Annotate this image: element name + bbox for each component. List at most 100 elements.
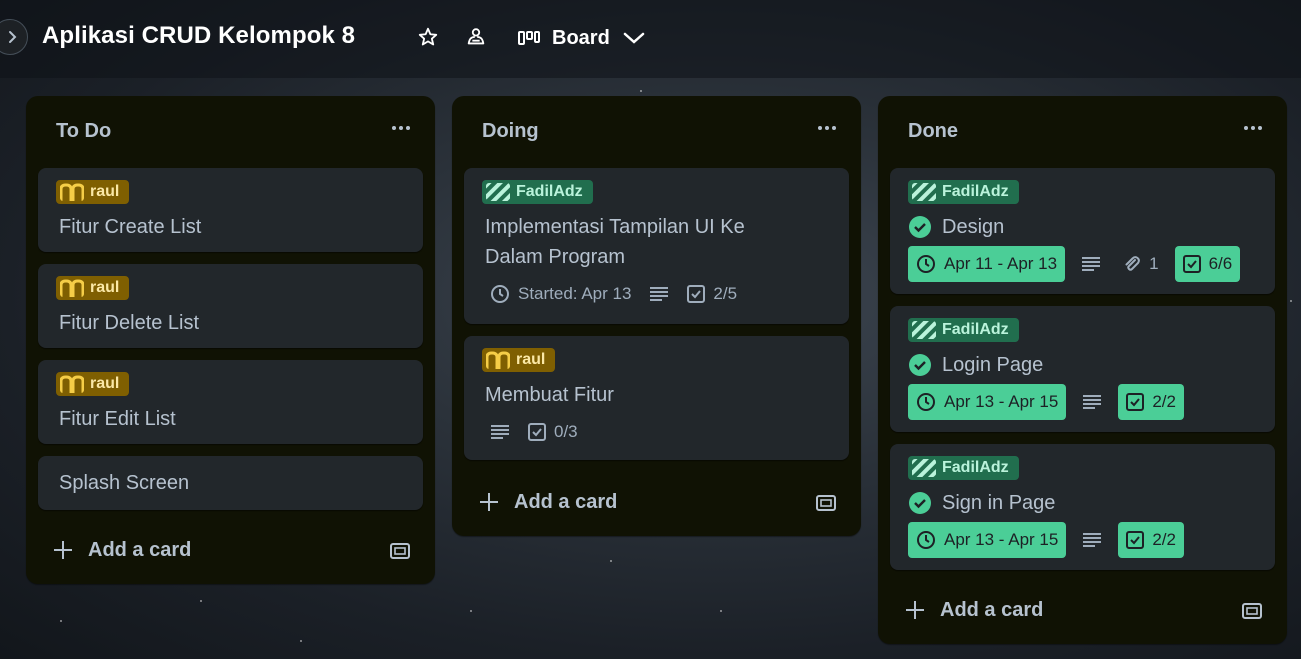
team-visibility-icon (467, 28, 485, 45)
checklist-badge: 2/5 (681, 276, 743, 312)
label-text: FadilAdz (942, 321, 1009, 338)
card-design[interactable]: FadilAdz Design Apr 11 - Apr 13 1 6/6 (890, 168, 1275, 294)
card-template-icon[interactable] (1241, 600, 1263, 622)
list-header: Doing (452, 96, 861, 166)
card-label-raul[interactable]: raul (56, 372, 130, 396)
list-title[interactable]: Doing (482, 120, 539, 143)
list-to-do: To Do raul Fitur Create List raul Fitur … (26, 96, 435, 584)
add-card-label: Add a card (514, 490, 618, 513)
list-menu-button[interactable] (813, 116, 841, 140)
more-icon (818, 126, 836, 130)
visibility-button[interactable] (464, 25, 488, 49)
attachment-badge: 1 (1117, 246, 1164, 282)
label-text: FadilAdz (516, 183, 583, 200)
card-label-raul[interactable]: raul (482, 348, 556, 372)
list-header: Done (878, 96, 1287, 166)
card-membuat-fitur[interactable]: raul Membuat Fitur 0/3 (464, 336, 849, 460)
list-header: To Do (26, 96, 435, 166)
card-fitur-delete-list[interactable]: raul Fitur Delete List (38, 264, 423, 348)
add-card-label: Add a card (940, 598, 1044, 621)
label-pattern-icon (912, 183, 936, 201)
label-text: raul (90, 183, 120, 200)
checklist-badge: 6/6 (1174, 246, 1241, 282)
card-template-icon[interactable] (815, 492, 837, 514)
view-switcher[interactable]: Board (518, 24, 646, 52)
due-date-badge[interactable]: Apr 13 - Apr 15 (908, 384, 1067, 420)
due-date-text: Apr 11 - Apr 13 (944, 254, 1058, 273)
description-icon (1083, 533, 1102, 547)
label-text: FadilAdz (942, 183, 1009, 200)
add-card-button[interactable]: Add a card (52, 532, 415, 568)
start-date-text: Started: Apr 13 (518, 284, 632, 303)
card-badges: Apr 13 - Apr 15 2/2 (908, 384, 1184, 420)
list-done: Done FadilAdz Design Apr 11 - Apr 13 1 6… (878, 96, 1287, 644)
card-title-line2: Dalam Program (485, 246, 626, 268)
description-badge (484, 414, 516, 450)
description-badge (1076, 384, 1108, 420)
card-label-raul[interactable]: raul (56, 180, 130, 204)
card-label-raul[interactable]: raul (56, 276, 130, 300)
board-view-icon (518, 31, 540, 45)
complete-check-icon[interactable] (908, 215, 932, 239)
label-pattern-icon (912, 459, 936, 477)
card-badges: Apr 11 - Apr 13 1 6/6 (908, 246, 1241, 282)
card-label-fadiladz[interactable]: FadilAdz (482, 180, 593, 204)
checklist-count: 6/6 (1208, 254, 1233, 273)
chevron-down-icon (623, 32, 645, 44)
complete-check-icon[interactable] (908, 491, 932, 515)
card-title: Fitur Edit List (59, 408, 176, 430)
checklist-icon (687, 285, 706, 303)
card-title: Design (942, 216, 1005, 238)
card-sign-in-page[interactable]: FadilAdz Sign in Page Apr 13 - Apr 15 2/… (890, 444, 1275, 570)
description-badge (643, 276, 675, 312)
list-title[interactable]: Done (908, 120, 958, 143)
label-text: FadilAdz (942, 459, 1009, 476)
card-label-fadiladz[interactable]: FadilAdz (908, 180, 1019, 204)
star-icon (418, 27, 438, 46)
due-date-badge[interactable]: Apr 11 - Apr 13 (908, 246, 1066, 282)
label-text: raul (90, 375, 120, 392)
add-card-button[interactable]: Add a card (478, 484, 841, 520)
board-header: Aplikasi CRUD Kelompok 8 Board (0, 0, 1301, 78)
add-card-label: Add a card (88, 538, 192, 561)
checklist-badge: 2/2 (1118, 384, 1184, 420)
card-label-fadiladz[interactable]: FadilAdz (908, 456, 1019, 480)
list-menu-button[interactable] (1239, 116, 1267, 140)
add-card-button[interactable]: Add a card (904, 592, 1267, 628)
description-badge (1075, 246, 1107, 282)
card-title: Fitur Delete List (59, 312, 200, 334)
description-icon (1083, 395, 1102, 409)
more-icon (1244, 126, 1262, 130)
start-date-badge[interactable]: Started: Apr 13 (484, 276, 637, 312)
card-label-fadiladz[interactable]: FadilAdz (908, 318, 1019, 342)
plus-icon (906, 601, 924, 619)
due-date-text: Apr 13 - Apr 15 (944, 392, 1059, 411)
label-pattern-icon (60, 279, 84, 297)
card-template-icon[interactable] (389, 540, 411, 562)
card-splash-screen[interactable]: Splash Screen (38, 456, 423, 510)
card-fitur-create-list[interactable]: raul Fitur Create List (38, 168, 423, 252)
due-date-text: Apr 13 - Apr 15 (944, 530, 1059, 549)
star-button[interactable] (416, 25, 440, 49)
clock-icon (917, 531, 935, 549)
label-text: raul (90, 279, 120, 296)
complete-check-icon[interactable] (908, 353, 932, 377)
description-icon (491, 425, 509, 439)
card-badges: 0/3 (484, 414, 584, 450)
sidebar-toggle-button[interactable] (0, 19, 28, 55)
card-implementasi-tampilan-ui[interactable]: FadilAdz Implementasi Tampilan UI Ke Dal… (464, 168, 849, 324)
checklist-badge: 2/2 (1118, 522, 1184, 558)
card-fitur-edit-list[interactable]: raul Fitur Edit List (38, 360, 423, 444)
attachment-count: 1 (1149, 254, 1159, 273)
checklist-count: 2/2 (1152, 392, 1176, 411)
chevron-right-icon (9, 31, 17, 43)
list-menu-button[interactable] (387, 116, 415, 140)
list-title[interactable]: To Do (56, 120, 111, 143)
due-date-badge[interactable]: Apr 13 - Apr 15 (908, 522, 1067, 558)
clock-icon (917, 393, 935, 411)
card-badges: Started: Apr 13 2/5 (484, 276, 743, 312)
card-title: Splash Screen (59, 472, 190, 494)
board-title[interactable]: Aplikasi CRUD Kelompok 8 (42, 22, 355, 50)
label-pattern-icon (486, 183, 510, 201)
card-login-page[interactable]: FadilAdz Login Page Apr 13 - Apr 15 2/2 (890, 306, 1275, 432)
